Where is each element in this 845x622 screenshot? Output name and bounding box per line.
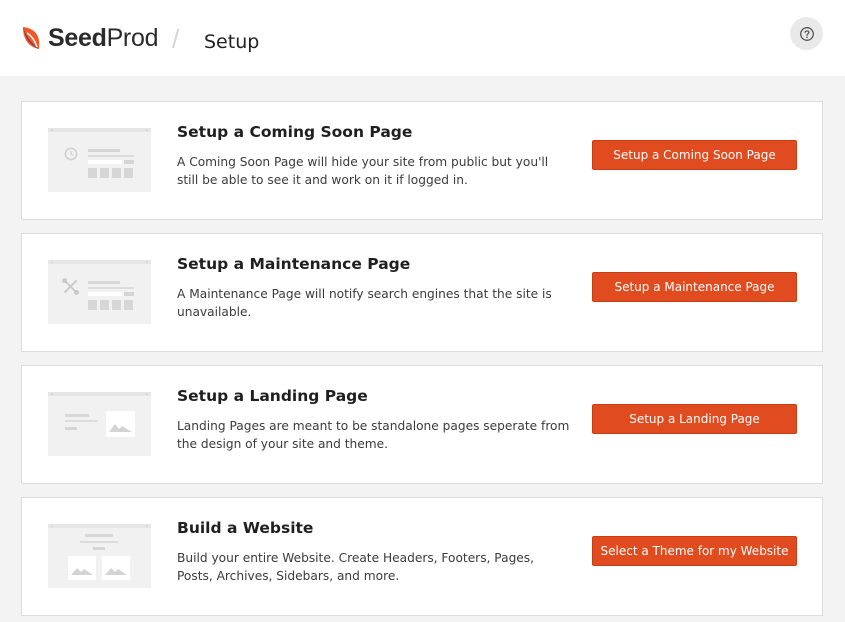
card-description: Build your entire Website. Create Header… bbox=[177, 551, 535, 583]
coming-soon-illustration bbox=[48, 128, 151, 192]
seedprod-logo[interactable]: SeedProd bbox=[20, 22, 158, 54]
top-header: SeedProd / Setup bbox=[0, 0, 845, 76]
website-illustration bbox=[48, 524, 151, 588]
card-title: Setup a Coming Soon Page bbox=[177, 123, 413, 141]
seedprod-leaf-icon bbox=[23, 27, 40, 49]
setup-landing-page-button[interactable]: Setup a Landing Page bbox=[592, 404, 797, 434]
card-title: Build a Website bbox=[177, 519, 314, 537]
help-button[interactable] bbox=[790, 17, 823, 50]
logo-text: SeedProd bbox=[48, 23, 159, 52]
card-description: A Coming Soon Page will hide your site f… bbox=[177, 155, 549, 187]
card-description: Landing Pages are meant to be standalone… bbox=[177, 419, 570, 451]
select-theme-button[interactable]: Select a Theme for my Website bbox=[592, 536, 797, 566]
card-description: A Maintenance Page will notify search en… bbox=[177, 287, 552, 319]
setup-maintenance-button[interactable]: Setup a Maintenance Page bbox=[592, 272, 797, 302]
build-website-card: Build a Website Build your entire Websit… bbox=[21, 497, 823, 616]
setup-coming-soon-button[interactable]: Setup a Coming Soon Page bbox=[592, 140, 797, 170]
maintenance-illustration bbox=[48, 260, 151, 324]
question-circle-icon bbox=[799, 26, 814, 41]
card-title: Setup a Maintenance Page bbox=[177, 255, 411, 273]
page-title: Setup bbox=[204, 31, 260, 53]
landing-page-card: Setup a Landing Page Landing Pages are m… bbox=[21, 365, 823, 484]
maintenance-card: Setup a Maintenance Page A Maintenance P… bbox=[21, 233, 823, 352]
card-title: Setup a Landing Page bbox=[177, 387, 368, 405]
coming-soon-card: Setup a Coming Soon Page A Coming Soon P… bbox=[21, 101, 823, 220]
breadcrumb-separator: / bbox=[172, 24, 180, 54]
landing-page-illustration bbox=[48, 392, 151, 456]
